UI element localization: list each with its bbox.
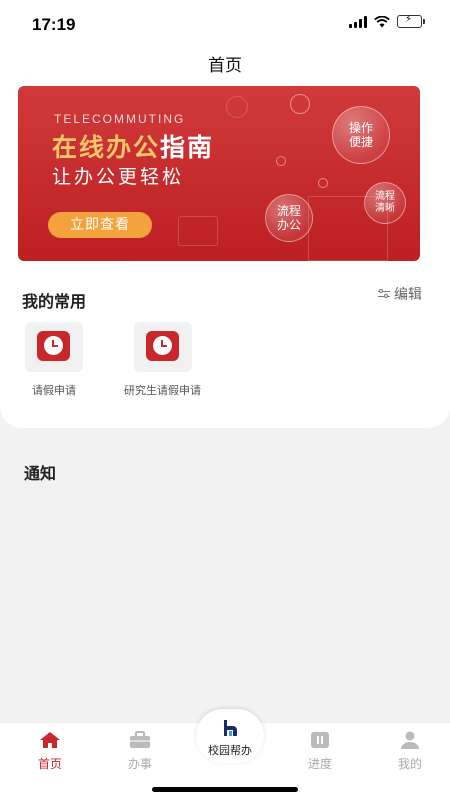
status-bar: 17:19 ⚡ — [0, 0, 450, 50]
home-icon — [39, 731, 61, 749]
briefcase-icon — [129, 731, 151, 749]
user-icon — [399, 731, 421, 749]
briefcase-decoration — [178, 216, 218, 246]
status-icons: ⚡ — [349, 14, 425, 28]
home-indicator — [152, 787, 298, 792]
clock-decoration — [226, 96, 248, 118]
tab-label: 我的 — [397, 757, 422, 771]
page-title: 首页 — [208, 56, 242, 76]
cellular-signal-icon — [349, 15, 367, 28]
app-label: 请假申请 — [32, 384, 76, 397]
tab-home[interactable]: 首页 — [20, 731, 80, 772]
banner-title-white: 指南 — [160, 133, 215, 162]
decorative-dot — [318, 178, 328, 188]
tab-label: 首页 — [37, 757, 62, 771]
banner-english-tag: TELECOMMUTING — [54, 112, 186, 126]
progress-icon — [309, 731, 331, 749]
nav-bar: 首页 — [0, 50, 450, 82]
tab-label: 办事 — [127, 757, 152, 771]
tab-mine[interactable]: 我的 — [380, 731, 440, 772]
app-icon-container — [25, 322, 83, 372]
banner-bubble-process-office: 流程 办公 — [265, 194, 313, 242]
clock-icon — [145, 331, 179, 361]
notice-title: 通知 — [24, 464, 57, 483]
wifi-icon — [374, 15, 390, 27]
campus-logo-icon — [224, 720, 237, 736]
app-label: 研究生请假申请 — [124, 384, 201, 397]
bottom-tab-bar: 首页 办事 校园帮办 进度 我的 — [0, 709, 450, 800]
favorites-title: 我的常用 — [22, 292, 87, 311]
banner-bubble-easy-operation: 操作 便捷 — [332, 106, 390, 164]
view-now-button[interactable]: 立即查看 — [48, 212, 152, 238]
telecommuting-banner[interactable]: TELECOMMUTING 在线办公指南 让办公更轻松 立即查看 操作 便捷 流… — [18, 86, 420, 261]
tab-label: 进度 — [307, 757, 332, 771]
banner-title-gold: 在线办公 — [52, 133, 161, 162]
tab-label: 校园帮办 — [208, 744, 252, 757]
edit-label: 编辑 — [394, 287, 422, 303]
status-time: 17:19 — [32, 15, 76, 34]
tab-services[interactable]: 办事 — [110, 731, 170, 772]
banner-title: 在线办公指南 — [52, 128, 214, 164]
tab-campus-help[interactable]: 校园帮办 — [196, 709, 264, 763]
tab-progress[interactable]: 进度 — [290, 731, 350, 772]
app-icon-container — [133, 322, 192, 372]
banner-bubble-clear-process: 流程 清晰 — [364, 182, 406, 224]
banner-subtitle: 让办公更轻松 — [52, 166, 185, 188]
app-leave-application[interactable]: 请假申请 — [25, 322, 83, 398]
decorative-dot — [276, 156, 286, 166]
decorative-dot — [290, 94, 310, 114]
app-graduate-leave-application[interactable]: 研究生请假申请 — [124, 322, 201, 398]
clock-icon — [37, 331, 70, 361]
home-top-card: TELECOMMUTING 在线办公指南 让办公更轻松 立即查看 操作 便捷 流… — [0, 82, 450, 428]
sliders-icon — [378, 289, 390, 299]
edit-favorites-button[interactable]: 编辑 — [378, 284, 422, 304]
battery-charging-icon: ⚡ — [397, 14, 425, 28]
